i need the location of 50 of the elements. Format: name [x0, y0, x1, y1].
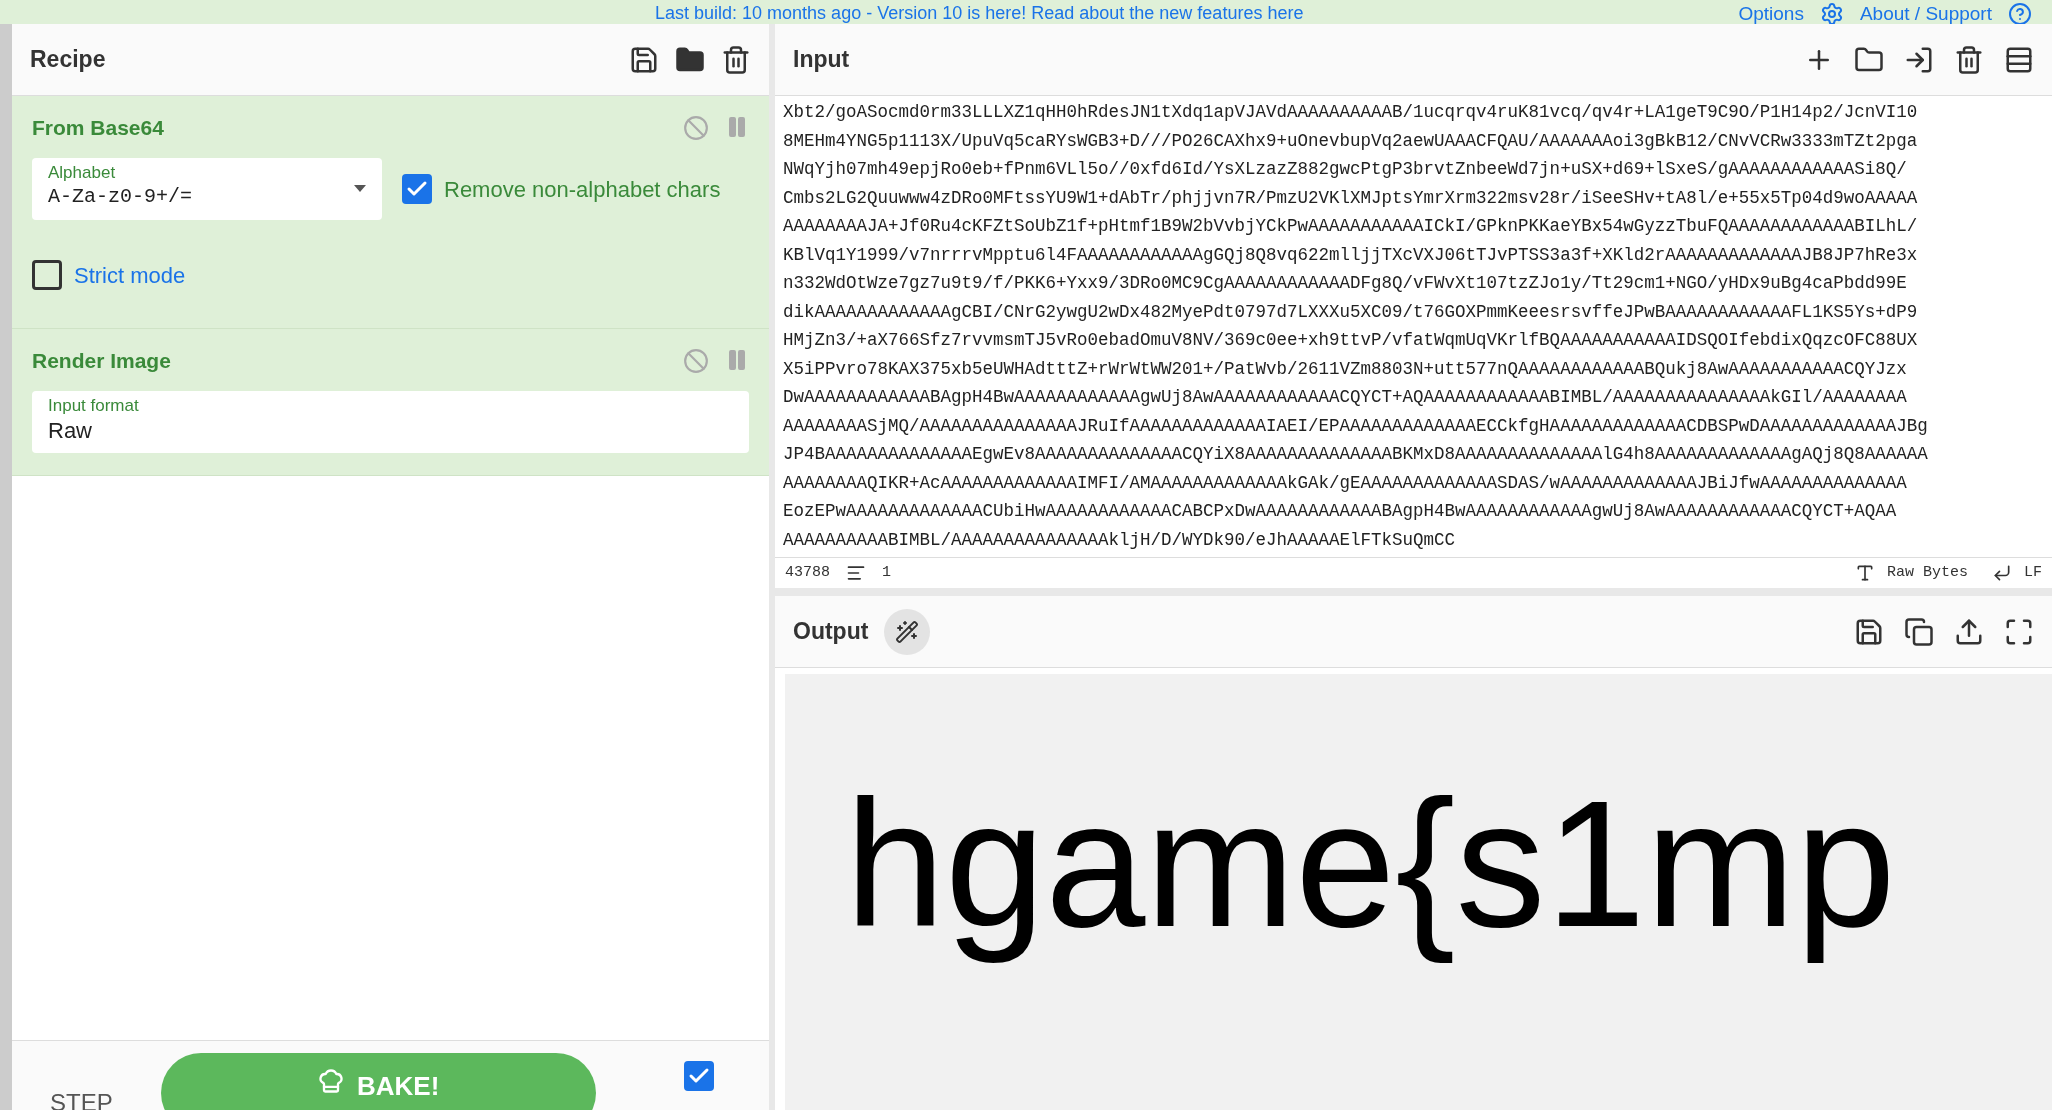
- input-text-line: AAAAAAAAJA+Jf0Ru4cKFZtSoUbZ1f+pHtmf1B9W2bVvbjYCkPwAAAAAAAAAAAICkI/GPknPKKaeYBx54wGyzzTbuFQAAAAAAAAAAAABILhL/: [783, 215, 1919, 238]
- panel-title: Input: [793, 45, 850, 75]
- input-text-line: X5iPPvro78KAX375xb5eUWHAdtttZ+rWrWtWW201+/PatWvb/2611VZm8803N+utt577nQAAAAAAAAAAAABQukj8AwAAAAAAAAAAACQYJzx: [783, 357, 1908, 381]
- checkbox[interactable]: [32, 260, 62, 290]
- chef-hat-icon: [317, 1067, 345, 1095]
- options-link[interactable]: Options: [1738, 0, 1804, 24]
- disable-icon: [683, 348, 709, 374]
- panel-title: Output: [793, 617, 869, 647]
- checkbox-label[interactable]: Strict mode: [74, 258, 186, 292]
- about-link[interactable]: About / Support: [1859, 0, 1992, 24]
- input-text-line: KBlVq1Y1999/v7nrrrvMpptu6l4FAAAAAAAAAAAAgGQj8Q8vq622mlljjTXcVXJ06tTJvPTSS3a3f+XKld2rAAAAAAAAAAAAAJB8JP7hRe3x: [783, 243, 1919, 267]
- input-text-line: AAAAAAAAAABIMBL/AAAAAAAAAAAAAAAkljH/D/WYDk90/eJhAAAAAElFTkSuQmCC: [783, 528, 1457, 552]
- wand-icon: [895, 619, 920, 644]
- input-format-field[interactable]: Input format Raw: [32, 391, 749, 453]
- checkbox[interactable]: [683, 1061, 714, 1091]
- line-count: 1: [882, 562, 892, 583]
- input-text-line: dikAAAAAAAAAAAAAgCBI/CNrG2ywgU2wDx482MyePdt0797d7LXXXu5XC09/t76GOXPmmKeeesrsvffeJPwBAAAAAAAAAAAAFL1KS5Ys+dP9: [783, 300, 1919, 324]
- lines-icon: [846, 563, 866, 583]
- settings-icon: [1819, 1, 1844, 24]
- banner-text: Last build: 10 months ago - Version 10 is here! Read about the new features here: [655, 2, 1304, 24]
- trash-icon: [721, 44, 751, 75]
- eol-label[interactable]: LF: [2024, 561, 2042, 585]
- recipe-operation[interactable]: From Base64 Alphabet A-Za-z0-9+/= Remove non-alphabet chars Strict mode: [12, 96, 769, 329]
- input-text-line: n332WdOtWze7gz7u9t9/f/PKK6+Yxx9/3DRo0MC9CgAAAAAAAAAAAADFg8Q/vFWvXt107tzZJo1y/Tt29cm1+NGO/yHDx9uBg4caPbdd99E: [783, 272, 1908, 295]
- input-text-line: JP4BAAAAAAAAAAAAAAEgwEv8AAAAAAAAAAAAAACQYiX8AAAAAAAAAAAAAABKMxD8AAAAAAAAAAAAAAlG4h8AAAAAAAAAAAAAgAQj8Q8AAAAAA: [783, 443, 1929, 466]
- operation-title: Render Image: [32, 348, 171, 375]
- encoding-label[interactable]: Raw Bytes: [1886, 561, 1968, 585]
- input-text-line: DwAAAAAAAAAAAABAgpH4BwAAAAAAAAAAAAgwUj8AwAAAAAAAAAAAACQYCT+AQAAAAAAAAAAAABIMBL/AAAAAAAAAAAAAAAkGIl/AAAAAAAA: [783, 386, 1908, 409]
- input-text-line: HMjZn3/+aX766Sfz7rvvmsmTJ5vRo0ebadOmuV8NV/369c0ee+xh9ttvP/vfatWqmUqVKrlfBQAAAAAAAAAAAIDSQOIfebdixQqzcOFC88UX: [783, 329, 1919, 352]
- recipe-operation[interactable]: Render Image Input format Raw: [12, 329, 769, 476]
- input-text-line: 8MEHm4YNG5p1113X/UpuVq5caRYsWGB3+D///PO26CAXhx9+uOnevbupVq2aewUAAACFQAU/AAAAAAAoi3gBkB12/CNvVCRw3333mTZt2pga: [783, 129, 1919, 153]
- trash-icon: [1954, 44, 1984, 75]
- panel-title: Recipe: [30, 45, 106, 75]
- disable-icon: [683, 115, 709, 141]
- input-text-line: Cmbs2LG2Quuwww4zDRo0MFtssYU9W1+dAbTr/phjjvn7R/PmzU2VKlXMJptsYmrXrm322msv28r/iSeeSHv+tA8l/e+55x5Tp04d9woAAAAA: [783, 186, 1919, 210]
- checkbox-label[interactable]: Remove non-alphabet chars: [444, 172, 721, 206]
- eol-icon: [1992, 563, 2012, 583]
- operation-title: From Base64: [32, 115, 164, 142]
- input-text-line: AAAAAAAAQIKR+AcAAAAAAAAAAAAAIMFI/AMAAAAAAAAAAAAAkGAk/gEAAAAAAAAAAAAASDAS/wAAAAAAAAAAAAAJBiJfwAAAAAAAAAAAAAA: [783, 471, 1908, 495]
- alphabet-dropdown[interactable]: Alphabet A-Za-z0-9+/=: [32, 158, 382, 220]
- input-text-line: Xbt2/goASocmd0rm33LLLXZ1qHH0hRdesJN1tXdq1apVJAVdAAAAAAAAAAB/1ucqrqv4ruK81vcq/qv4r+LA1geT9C9O/P1H14p2/JcnVI10: [783, 101, 1919, 124]
- input-text-line: EozEPwAAAAAAAAAAAAACUbiHwAAAAAAAAAAAACABCPxDwAAAAAAAAAAAABAgpH4BwAAAAAAAAAAAAgwUj8AwAAAAAAAAAAAACQYCT+AQAA: [783, 500, 1898, 523]
- copy-icon: [1904, 616, 1934, 647]
- length-count: 43788: [785, 562, 830, 583]
- input-text-line: NWqYjh07mh49epjRo0eb+fPnm6VLl5o//0xfd6Id/YsXLzazZ882gwcPtgP3brvtZnbeeWd7jn+uSX+d69+lSxeS/gAAAAAAAAAAAASi8Q/: [783, 158, 1908, 181]
- help-icon: [2008, 1, 2032, 24]
- caret-icon: [354, 185, 366, 192]
- input-text-line: AAAAAAAASjMQ/AAAAAAAAAAAAAAAJRuIfAAAAAAAAAAAAAIAEI/EPAAAAAAAAAAAAAECCkfgHAAAAAAAAAAAAACDBSPwDAAAAAAAAAAAAAJBg: [783, 414, 1929, 438]
- checkbox[interactable]: [402, 174, 432, 204]
- image-text: hgame{s1mp: [845, 763, 1896, 964]
